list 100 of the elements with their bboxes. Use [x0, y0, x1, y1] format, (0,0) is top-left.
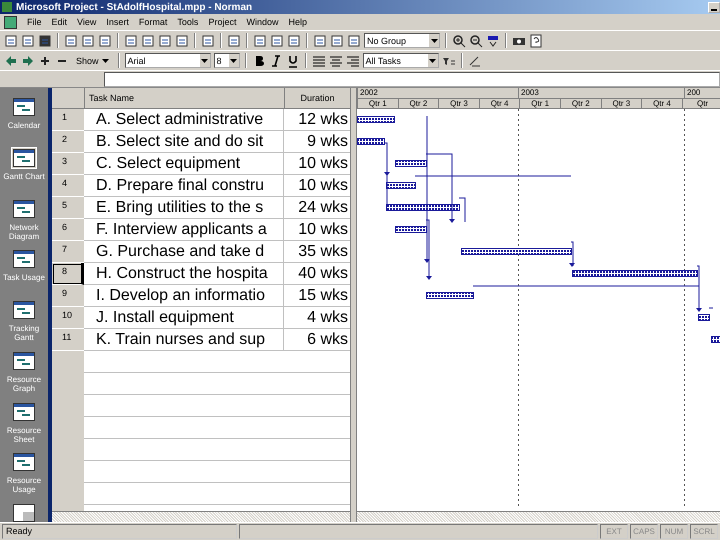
menu-item[interactable]: Format — [134, 17, 172, 27]
table-cell-text: 35 wks — [297, 243, 349, 261]
task-bar[interactable] — [572, 270, 698, 277]
table-cell-text: 6 wks — [306, 331, 349, 349]
timescale-year: 2002 — [357, 88, 518, 98]
table-cell-text: 10 wks — [297, 221, 349, 239]
more-views-icon[interactable] — [13, 504, 35, 522]
indent-arrow-icon[interactable] — [21, 54, 35, 68]
document-icon[interactable] — [4, 16, 17, 28]
timescale-quarter: Qtr 2 — [398, 99, 438, 109]
row-number[interactable]: 4 — [52, 175, 84, 197]
row-number[interactable]: 9 — [52, 285, 84, 307]
dropdown-arrow-icon — [429, 58, 436, 62]
status-indicator: EXT — [600, 524, 628, 539]
column-header[interactable]: Duration — [285, 88, 350, 108]
row-number[interactable]: 2 — [52, 131, 84, 153]
column-header[interactable]: Task Name — [85, 88, 285, 108]
table-cell: K. Train nurses and sup — [84, 329, 284, 351]
view-icon — [11, 146, 37, 169]
task-bar[interactable] — [357, 116, 395, 123]
table-cell-text: 10 wks — [297, 155, 349, 173]
menu-item[interactable]: Help — [284, 17, 311, 27]
table-cell: E. Bring utilities to the s — [84, 197, 284, 219]
task-bar[interactable] — [395, 160, 427, 167]
view-bar-item[interactable]: Network Diagram — [1, 198, 47, 246]
view-icon — [11, 96, 37, 118]
font-size-dropdown[interactable]: 8 — [214, 53, 240, 68]
minimize-button[interactable] — [708, 2, 720, 12]
view-icon — [11, 451, 37, 474]
timescale-quarter: Qtr 3 — [438, 99, 479, 109]
table-cell-text: 15 wks — [297, 287, 349, 305]
align-left-icon[interactable] — [312, 54, 326, 68]
group-dropdown[interactable]: No Group — [364, 33, 440, 48]
dropdown-arrow-icon — [201, 58, 208, 62]
row-number[interactable]: 1 — [52, 109, 84, 131]
table-cell-text: 12 wks — [297, 111, 349, 129]
view-bar-item[interactable]: Resource Usage — [1, 451, 47, 500]
horizontal-scrollbar[interactable] — [357, 511, 720, 522]
outdent-arrow-icon[interactable] — [4, 54, 18, 68]
zoom-out-icon[interactable] — [469, 34, 483, 48]
align-right-icon[interactable] — [346, 54, 360, 68]
table-cell-text: 40 wks — [297, 265, 349, 283]
table-cell-text: 24 wks — [297, 199, 349, 217]
row-number[interactable]: 10 — [52, 307, 84, 329]
task-bar[interactable] — [386, 182, 416, 189]
help-icon[interactable] — [529, 34, 543, 48]
row-number[interactable]: 3 — [52, 153, 84, 175]
entry-field[interactable] — [104, 72, 720, 86]
table-cell: J. Install equipment — [84, 307, 284, 329]
view-bar-item[interactable]: Gantt Chart — [1, 146, 47, 196]
row-number[interactable]: 6 — [52, 219, 84, 241]
task-bar[interactable] — [386, 204, 460, 211]
view-icon — [11, 299, 37, 321]
app-icon — [2, 2, 12, 12]
row-number[interactable]: 8 — [52, 263, 84, 285]
row-number[interactable]: 11 — [52, 329, 84, 351]
task-bar[interactable] — [357, 138, 385, 145]
timescale-quarter: Qtr 1 — [357, 99, 398, 109]
zoom-in-icon[interactable] — [452, 34, 466, 48]
row-number[interactable]: 7 — [52, 241, 84, 263]
view-bar-item[interactable]: Resource Graph — [1, 350, 47, 398]
timescale-quarter: Qtr — [682, 99, 720, 109]
menu-item[interactable]: File — [23, 17, 46, 27]
caret-icon — [102, 58, 109, 62]
window-title: Microsoft Project - StAdolfHospital.mpp - Norman — [16, 2, 252, 12]
table-cell-text: 10 wks — [297, 177, 349, 195]
task-bar[interactable] — [711, 336, 720, 343]
view-bar-item[interactable]: Tracking Gantt — [1, 299, 47, 348]
status-indicator: SCRL — [690, 524, 718, 539]
table-cell: H. Construct the hospita — [84, 263, 284, 285]
font-dropdown[interactable]: Arial — [124, 53, 211, 68]
table-cell-text: 9 wks — [306, 133, 349, 151]
align-center-icon[interactable] — [328, 54, 343, 68]
task-bar[interactable] — [461, 248, 572, 255]
timescale-quarter: Qtr 2 — [560, 99, 601, 109]
menu-item[interactable]: Window — [242, 17, 282, 27]
timescale-quarter: Qtr 4 — [641, 99, 682, 109]
menu-item[interactable]: Project — [204, 17, 240, 27]
view-bar-item[interactable]: Task Usage — [1, 248, 47, 297]
row-number[interactable]: 5 — [52, 197, 84, 219]
timescale-year: 200 — [684, 88, 720, 98]
table-cell: G. Purchase and take d — [84, 241, 284, 263]
filter-dropdown[interactable]: All Tasks — [362, 53, 439, 68]
table-cell-text: 4 wks — [306, 309, 349, 327]
status-indicator: CAPS — [630, 524, 658, 539]
task-bar[interactable] — [698, 314, 710, 321]
horizontal-scrollbar[interactable] — [52, 511, 350, 522]
menu-item[interactable]: Edit — [48, 17, 72, 27]
task-bar[interactable] — [395, 226, 427, 233]
menu-item[interactable]: View — [73, 17, 100, 27]
menu-item[interactable]: Tools — [173, 17, 202, 27]
timescale-quarter: Qtr 1 — [519, 99, 560, 109]
view-bar-item[interactable]: Calendar — [1, 96, 47, 145]
show-button[interactable]: Show — [72, 56, 113, 66]
task-bar[interactable] — [426, 292, 474, 299]
view-bar-item[interactable]: Resource Sheet — [1, 400, 47, 450]
view-icon — [11, 248, 37, 270]
table-cell: I. Develop an informatio — [84, 285, 284, 307]
timescale-quarter: Qtr 4 — [478, 99, 520, 109]
menu-item[interactable]: Insert — [102, 17, 133, 27]
